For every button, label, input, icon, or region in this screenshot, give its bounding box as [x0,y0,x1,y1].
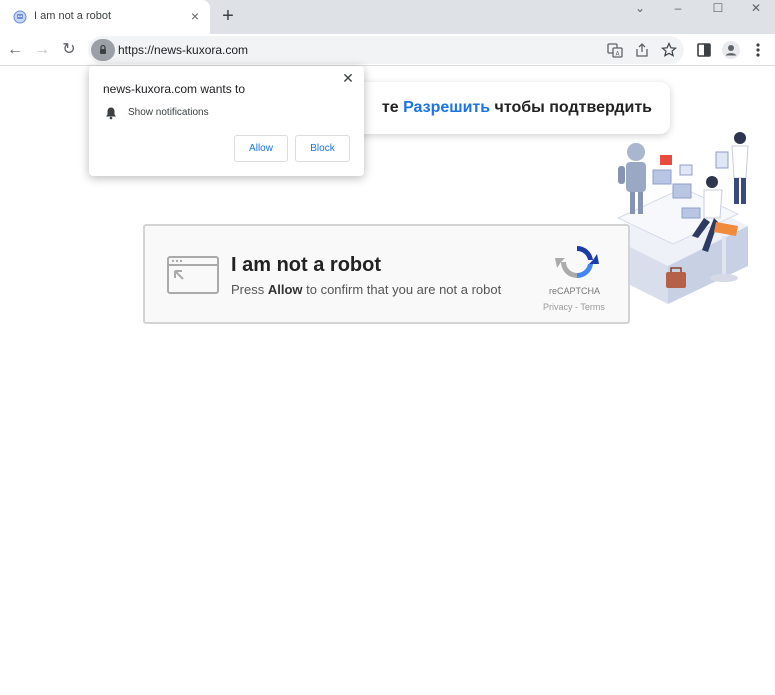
close-window-button[interactable]: ✕ [736,0,775,18]
browser-window-icon [167,256,219,294]
share-icon[interactable] [633,41,651,59]
translate-icon[interactable]: A [606,41,624,59]
tab-strip: I am not a robot × + ⌄ – ☐ ✕ [0,0,775,34]
tab-close-icon[interactable]: × [187,8,203,24]
url-text[interactable]: https://news-kuxora.com [118,43,248,57]
side-panel-icon[interactable] [694,40,714,60]
banner-text: те Разрешить чтобы подтвердить [382,99,652,117]
popup-permission-label: Show notifications [128,107,209,118]
recaptcha-privacy-links[interactable]: Privacy - Terms [543,302,611,312]
site-info-button[interactable] [91,39,115,61]
back-button[interactable]: ← [3,38,27,62]
lock-icon [100,44,106,54]
captcha-title: I am not a robot [231,254,381,276]
reload-button[interactable]: ↻ [57,38,81,62]
popup-close-icon[interactable]: ✕ [340,70,356,86]
minimize-button[interactable]: – [658,0,698,18]
banner-text-highlight: Разрешить [403,99,491,116]
tab-search-icon[interactable]: ⌄ [620,0,660,18]
banner-text-prefix: те [381,99,404,116]
allow-button[interactable]: Allow [234,135,288,162]
bell-icon [106,107,116,120]
captcha-sub-suffix: to confirm that you are not a robot [302,282,502,297]
notification-permission-popup: ✕ news-kuxora.com wants to Show notifica… [89,66,364,176]
new-tab-button[interactable]: + [218,6,238,26]
captcha-sub-prefix: Press [231,282,268,297]
recaptcha-brand: reCAPTCHA [549,286,601,296]
bookmark-star-icon[interactable] [660,41,678,59]
block-button[interactable]: Block [295,135,350,162]
captcha-subtitle: Press Allow to confirm that you are not … [231,282,501,297]
captcha-sub-bold: Allow [267,282,303,297]
profile-avatar-icon[interactable] [721,40,741,60]
browser-toolbar: ← → ↻ https://news-kuxora.com A [0,34,775,66]
fake-captcha-box[interactable]: I am not a robot Press Allow to confirm … [143,224,630,324]
browser-tab[interactable]: I am not a robot × [0,0,210,34]
maximize-button[interactable]: ☐ [698,0,738,18]
menu-kebab-icon[interactable] [748,40,768,60]
robot-favicon-icon [13,10,27,24]
popup-title: news-kuxora.com wants to [103,82,246,96]
tab-title: I am not a robot [34,10,112,22]
banner-text-suffix: чтобы подтвердить [490,99,652,116]
address-bar[interactable]: https://news-kuxora.com A [88,36,684,64]
forward-button[interactable]: → [30,38,54,62]
recaptcha-logo-icon [555,245,599,279]
